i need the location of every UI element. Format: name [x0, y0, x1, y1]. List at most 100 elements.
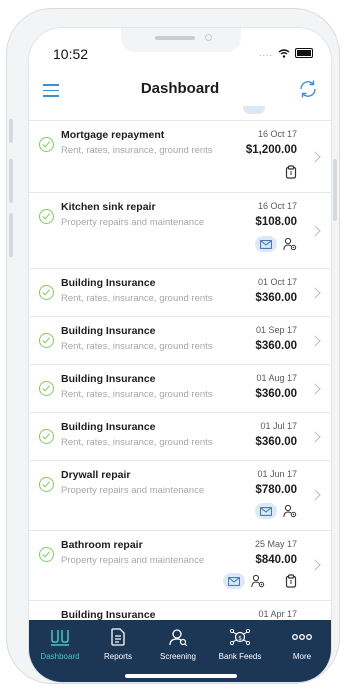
chevron-right-icon	[309, 151, 321, 163]
battery-icon	[295, 48, 313, 58]
transaction-row[interactable]: Kitchen sink repair Property repairs and…	[29, 193, 331, 269]
transaction-category: Property repairs and maintenance	[61, 217, 205, 228]
transaction-category: Rent, rates, insurance, ground rents	[61, 389, 213, 400]
transaction-row[interactable]: Drywall repair Property repairs and main…	[29, 461, 331, 531]
transaction-category: Rent, rates, insurance, ground rents	[61, 145, 213, 156]
transaction-row[interactable]: Building Insurance Rent, rates, insuranc…	[29, 269, 331, 317]
clipboard-icon	[285, 165, 297, 179]
notch	[121, 28, 241, 52]
status-icons: ....	[259, 48, 313, 58]
transaction-date: 01 Oct 17	[257, 277, 297, 287]
dashboard-icon	[51, 630, 69, 646]
transaction-amount: $360.00	[255, 292, 297, 304]
screen: 10:52 .... Dashboard Mortgage repayment …	[28, 27, 332, 683]
envelope-icon	[255, 503, 277, 519]
envelope-icon	[223, 573, 245, 589]
contractor-icon	[251, 574, 265, 588]
transaction-title: Building Insurance	[61, 609, 156, 620]
transaction-category: Rent, rates, insurance, ground rents	[61, 293, 213, 304]
transaction-date: 01 Jun 17	[257, 469, 297, 479]
chevron-right-icon	[309, 287, 321, 299]
clipboard-icon	[285, 574, 297, 588]
check-icon	[39, 429, 54, 444]
transaction-row[interactable]: Building Insurance Rent, rates, insuranc…	[29, 413, 331, 461]
transaction-title: Drywall repair	[61, 469, 131, 481]
tab-label: Screening	[159, 652, 197, 661]
transaction-amount: $360.00	[255, 436, 297, 448]
tab-bank-feeds[interactable]: $ Bank Feeds	[211, 628, 269, 661]
volume-up-button	[9, 159, 13, 203]
transaction-title: Building Insurance	[61, 421, 156, 433]
volume-down-button	[9, 213, 13, 257]
refresh-icon[interactable]	[297, 78, 319, 100]
chevron-right-icon	[309, 559, 321, 571]
transaction-amount: $780.00	[255, 484, 297, 496]
speaker	[155, 36, 195, 40]
phone-frame: 10:52 .... Dashboard Mortgage repayment …	[6, 8, 340, 684]
page-title: Dashboard	[140, 80, 220, 97]
transaction-date: 01 Apr 17	[258, 609, 297, 619]
transaction-date: 25 May 17	[254, 539, 297, 549]
home-indicator[interactable]	[125, 674, 237, 678]
transaction-date: 16 Oct 17	[257, 129, 297, 139]
transaction-category: Property repairs and maintenance	[61, 555, 205, 566]
chevron-right-icon	[309, 335, 321, 347]
tab-reports[interactable]: Reports	[89, 628, 147, 661]
transaction-category: Rent, rates, insurance, ground rents	[61, 437, 213, 448]
tab-label: Dashboard	[40, 652, 80, 661]
wifi-icon	[278, 48, 290, 58]
transaction-title: Bathroom repair	[61, 539, 143, 551]
transaction-row[interactable]: Building Insurance 01 Apr 17	[29, 601, 331, 620]
chevron-right-icon	[309, 431, 321, 443]
status-time: 10:52	[53, 46, 89, 62]
power-button	[333, 159, 337, 221]
reports-icon	[111, 628, 125, 646]
envelope-icon	[255, 236, 277, 252]
transaction-row[interactable]: Building Insurance Rent, rates, insuranc…	[29, 317, 331, 365]
check-icon	[39, 285, 54, 300]
transaction-list[interactable]: Mortgage repayment Rent, rates, insuranc…	[29, 106, 331, 620]
check-icon	[39, 137, 54, 152]
chevron-right-icon	[309, 489, 321, 501]
mute-switch	[9, 119, 13, 143]
contractor-icon	[283, 504, 297, 518]
tab-label: More	[292, 652, 312, 661]
transaction-amount: $1,200.00	[245, 144, 297, 156]
transaction-row[interactable]: Mortgage repayment Rent, rates, insuranc…	[29, 121, 331, 193]
nav-bar: Dashboard	[29, 72, 331, 106]
tab-label: Bank Feeds	[218, 652, 262, 661]
tab-dashboard[interactable]: Dashboard	[31, 628, 89, 661]
transaction-title: Building Insurance	[61, 277, 156, 289]
list-item-partial	[29, 106, 331, 121]
transaction-date: 16 Oct 17	[257, 201, 297, 211]
tab-screening[interactable]: Screening	[149, 628, 207, 661]
bank-feeds-icon: $	[229, 628, 251, 646]
transaction-title: Mortgage repayment	[61, 129, 165, 141]
transaction-amount: $360.00	[255, 388, 297, 400]
transaction-date: 01 Aug 17	[256, 373, 297, 383]
tab-more[interactable]: More	[273, 628, 331, 661]
check-icon	[39, 477, 54, 492]
transaction-amount: $360.00	[255, 340, 297, 352]
check-icon	[39, 209, 54, 224]
transaction-date: 01 Jul 17	[260, 421, 297, 431]
svg-text:$: $	[238, 635, 242, 642]
transaction-category: Property repairs and maintenance	[61, 485, 205, 496]
transaction-title: Building Insurance	[61, 373, 156, 385]
screening-icon	[169, 629, 188, 647]
check-icon	[39, 547, 54, 562]
transaction-title: Kitchen sink repair	[61, 201, 156, 213]
check-icon	[39, 381, 54, 396]
transaction-row[interactable]: Bathroom repair Property repairs and mai…	[29, 531, 331, 601]
transaction-amount: $108.00	[255, 216, 297, 228]
transaction-amount: $840.00	[255, 554, 297, 566]
signal-icon: ....	[258, 48, 273, 58]
tab-bar: Dashboard Reports Screening $ Bank Feeds…	[29, 620, 331, 682]
chevron-right-icon	[309, 383, 321, 395]
transaction-row[interactable]: Building Insurance Rent, rates, insuranc…	[29, 365, 331, 413]
transaction-category: Rent, rates, insurance, ground rents	[61, 341, 213, 352]
contractor-icon	[283, 237, 297, 251]
transaction-date: 01 Sep 17	[255, 325, 297, 335]
check-icon	[39, 333, 54, 348]
more-icon	[292, 634, 312, 640]
